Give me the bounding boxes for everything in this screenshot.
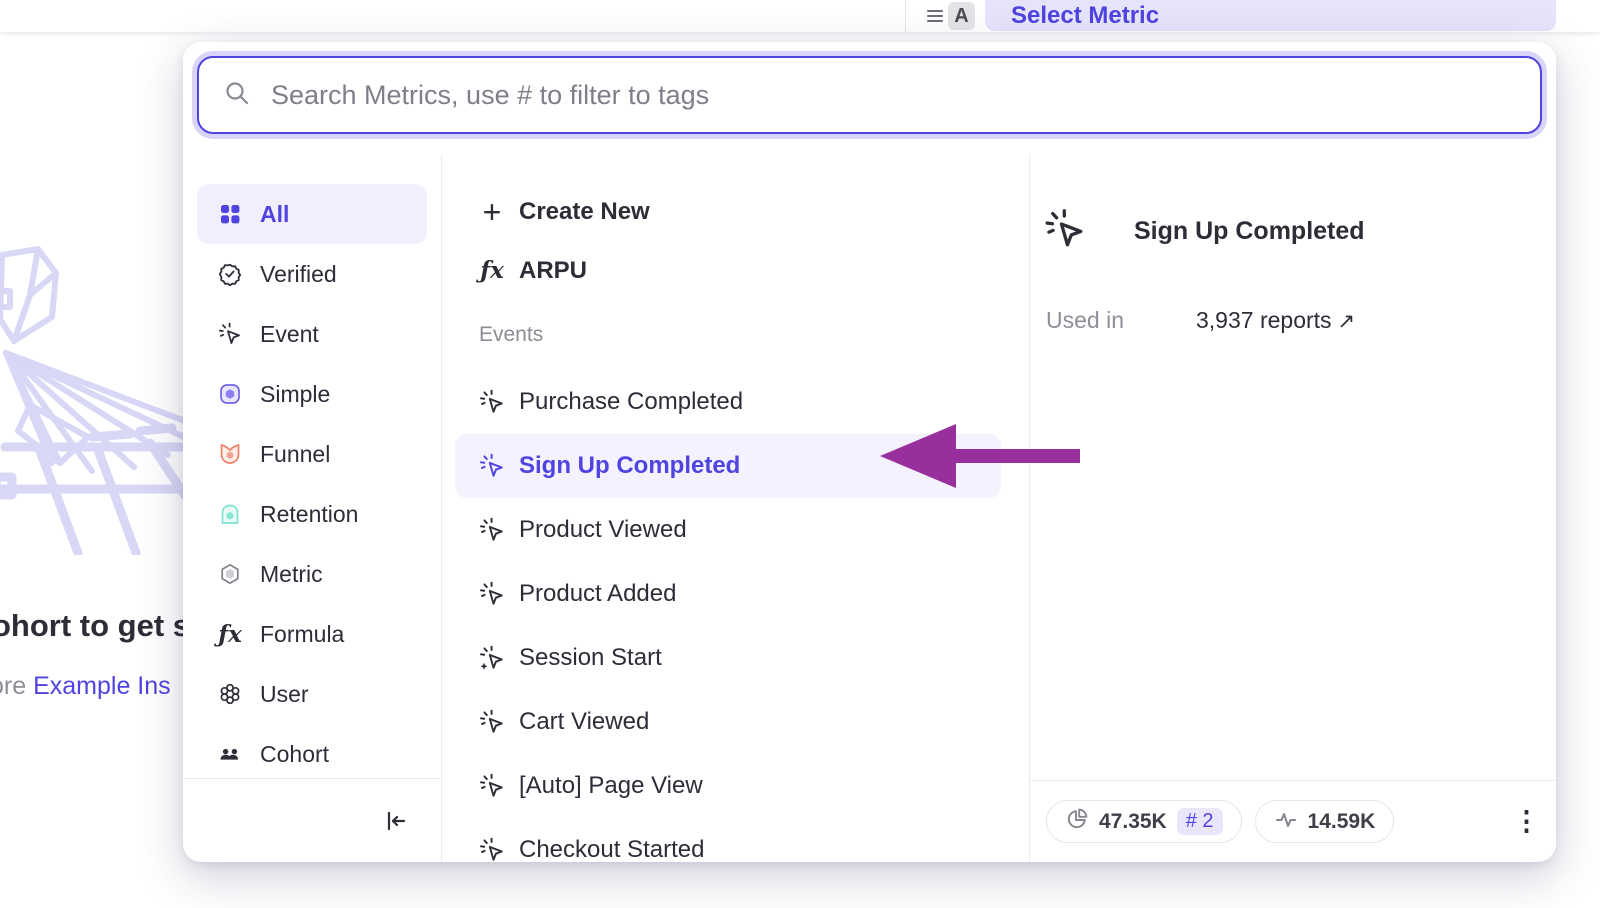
sidebar-item-label: All: [260, 201, 289, 228]
list-item-label: Session Start: [519, 644, 662, 672]
list-item-auto-page-view[interactable]: [Auto] Page View: [455, 754, 1001, 818]
list-item-label: Checkout Started: [519, 836, 704, 862]
session-start-event-icon: [479, 645, 505, 671]
list-item-label: ARPU: [519, 257, 587, 285]
grid-icon: [217, 201, 243, 227]
list-item-label: Product Viewed: [519, 516, 687, 544]
list-item-label: Product Added: [519, 580, 676, 608]
external-link-icon: ↗: [1338, 310, 1356, 333]
search-box[interactable]: [197, 56, 1542, 134]
sidebar-item-event[interactable]: Event: [197, 304, 427, 364]
sidebar-item-formula[interactable]: ƒx Formula: [197, 604, 427, 664]
sidebar-item-label: Cohort: [260, 741, 329, 768]
retention-icon: [217, 501, 243, 527]
background-link-prefix: ore: [0, 672, 26, 700]
sidebar-item-label: Verified: [260, 261, 337, 288]
sidebar-item-label: Funnel: [260, 441, 330, 468]
sidebar-item-user[interactable]: User: [197, 664, 427, 724]
toolbar-divider: [905, 0, 906, 32]
detail-header: Sign Up Completed: [1030, 154, 1556, 255]
detail-title: Sign Up Completed: [1134, 217, 1365, 246]
sidebar-item-label: Simple: [260, 381, 330, 408]
used-in-row: Used in 3,937 reports↗: [1030, 255, 1556, 334]
create-new-button[interactable]: + Create New: [455, 182, 1001, 241]
event-cursor-icon: [479, 709, 505, 735]
verified-badge-icon: [217, 261, 243, 287]
underlying-query-toolbar: A Select Metric: [0, 0, 1600, 32]
detail-footer: 47.35K # 2 14.59K ⋮: [1030, 780, 1556, 862]
sidebar-item-label: Retention: [260, 501, 358, 528]
list-item-product-added[interactable]: Product Added: [455, 562, 1001, 626]
simple-metric-icon: [217, 381, 243, 407]
event-cursor-icon: [1044, 208, 1086, 255]
collapse-sidebar-button[interactable]: [379, 804, 413, 838]
hexagon-metric-icon: [217, 561, 243, 587]
formula-fx-icon: ƒx: [217, 621, 243, 647]
sidebar-item-label: Event: [260, 321, 319, 348]
list-item-label: Cart Viewed: [519, 708, 649, 736]
series-a-chip[interactable]: A: [948, 2, 975, 30]
pulse-icon: [1274, 807, 1298, 837]
metric-list: + Create New ƒx ARPU Events Purchase Com…: [442, 154, 1029, 862]
list-item-label: Purchase Completed: [519, 388, 743, 416]
cohort-people-icon: [217, 741, 243, 767]
background-illustration: [0, 225, 190, 555]
background-subtext: ore Example Ins: [0, 672, 171, 701]
sidebar-item-label: Formula: [260, 621, 344, 648]
plus-icon: +: [479, 199, 505, 225]
total-count-pill[interactable]: 47.35K # 2: [1046, 800, 1242, 843]
sidebar-item-cohort[interactable]: Cohort: [197, 724, 427, 784]
list-item-checkout-started[interactable]: Checkout Started: [455, 818, 1001, 862]
category-sidebar: All Verified Event: [183, 154, 441, 862]
sidebar-item-simple[interactable]: Simple: [197, 364, 427, 424]
formula-fx-icon: ƒx: [479, 258, 505, 284]
list-item-label: Sign Up Completed: [519, 452, 740, 480]
event-cursor-icon: [479, 837, 505, 862]
sidebar-item-verified[interactable]: Verified: [197, 244, 427, 304]
list-item-product-viewed[interactable]: Product Viewed: [455, 498, 1001, 562]
pie-chart-icon: [1065, 807, 1089, 837]
sidebar-item-funnel[interactable]: Funnel: [197, 424, 427, 484]
list-item-label: [Auto] Page View: [519, 772, 703, 800]
create-new-label: Create New: [519, 198, 650, 226]
used-in-reports-link[interactable]: 3,937 reports↗: [1196, 307, 1355, 334]
event-cursor-icon: [479, 581, 505, 607]
sidebar-item-label: User: [260, 681, 309, 708]
select-metric-bar[interactable]: Select Metric: [985, 0, 1556, 31]
user-cluster-icon: [217, 681, 243, 707]
events-section-header: Events: [479, 300, 1029, 370]
list-item-session-start[interactable]: Session Start: [455, 626, 1001, 690]
screen: A Select Metric: [0, 0, 1600, 908]
example-insights-link[interactable]: Example Ins: [33, 672, 171, 700]
total-count-value: 47.35K: [1099, 810, 1167, 834]
list-item-arpu[interactable]: ƒx ARPU: [455, 241, 1001, 300]
event-cursor-icon: [479, 517, 505, 543]
sidebar-item-all[interactable]: All: [197, 184, 427, 244]
sidebar-item-retention[interactable]: Retention: [197, 484, 427, 544]
background-heading: ohort to get s: [0, 608, 190, 644]
picker-content: All Verified Event: [183, 154, 1556, 862]
event-cursor-icon: [217, 321, 243, 347]
used-in-label: Used in: [1046, 307, 1196, 334]
list-item-cart-viewed[interactable]: Cart Viewed: [455, 690, 1001, 754]
sidebar-item-metric[interactable]: Metric: [197, 544, 427, 604]
select-metric-label: Select Metric: [1011, 2, 1159, 30]
event-cursor-icon: [479, 389, 505, 415]
sidebar-footer: [183, 778, 441, 862]
event-cursor-icon: [479, 453, 505, 479]
funnel-icon: [217, 441, 243, 467]
drag-handle-icon[interactable]: [927, 9, 943, 28]
search-input[interactable]: [271, 80, 1516, 111]
metric-picker-modal: All Verified Event: [183, 42, 1556, 862]
kebab-menu-button[interactable]: ⋮: [1513, 808, 1540, 835]
rank-badge: # 2: [1177, 808, 1223, 835]
activity-count-value: 14.59K: [1308, 810, 1376, 834]
activity-count-pill[interactable]: 14.59K: [1255, 800, 1395, 843]
annotation-arrow: [878, 424, 1084, 490]
metric-detail-panel: Sign Up Completed Used in 3,937 reports↗…: [1030, 154, 1556, 862]
event-cursor-icon: [479, 773, 505, 799]
sidebar-item-label: Metric: [260, 561, 323, 588]
search-icon: [223, 79, 251, 112]
